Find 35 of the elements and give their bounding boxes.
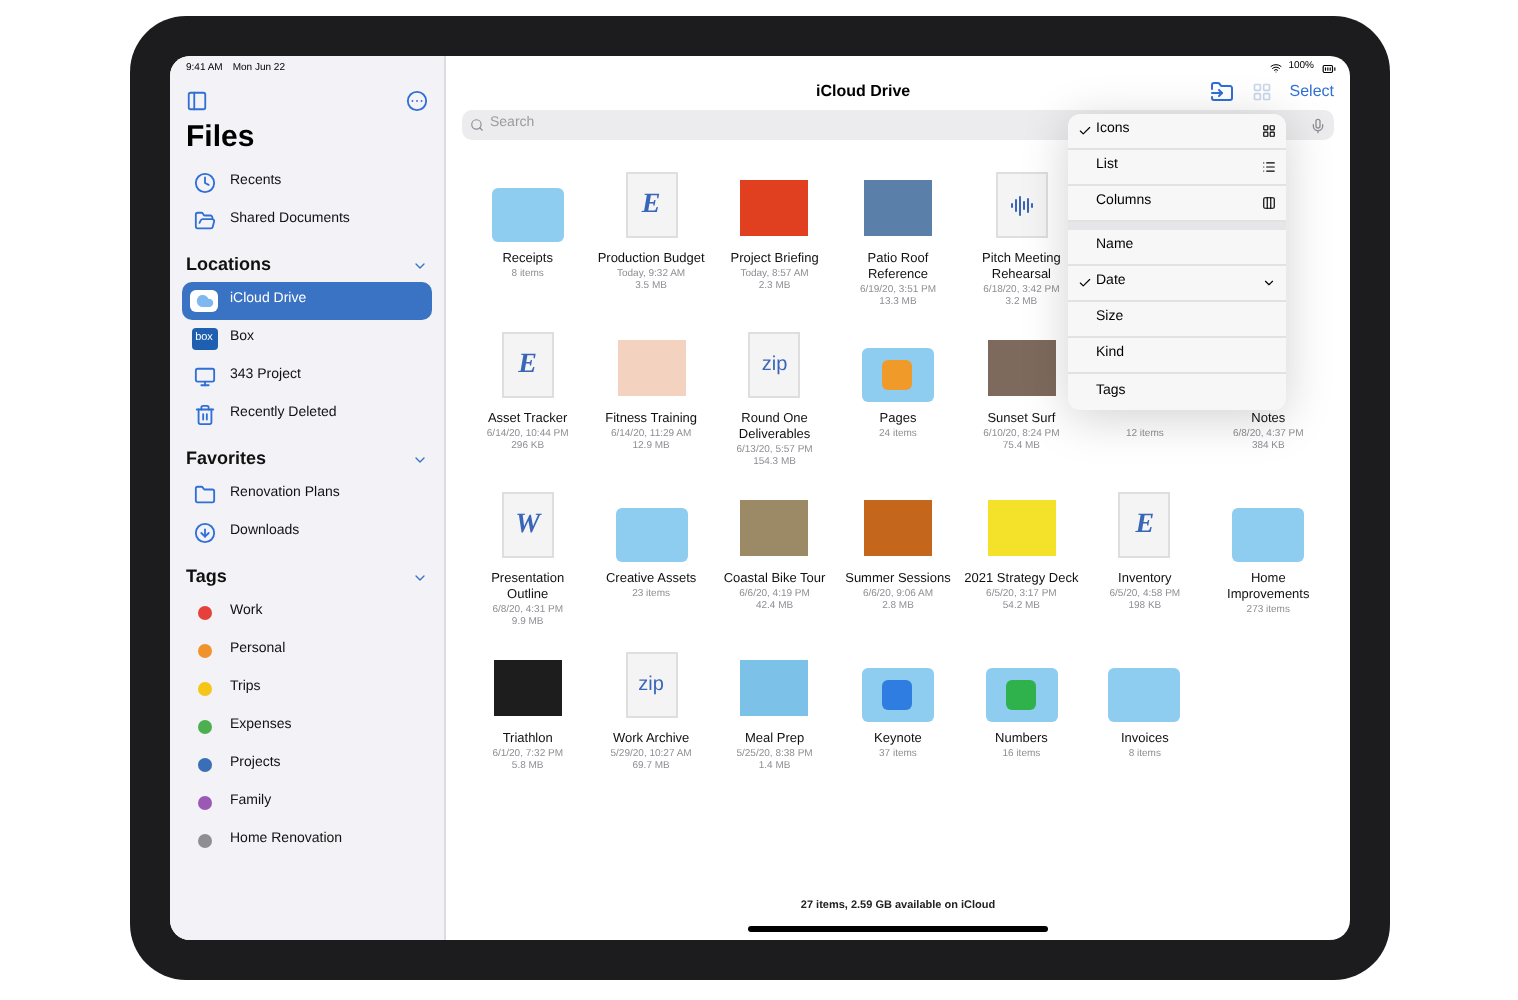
search-icon [470,118,484,132]
grid-icon [1262,124,1276,138]
document-icon [995,172,1048,238]
folder-icon [1232,508,1305,562]
folder-icon [193,484,215,506]
document-icon: W [501,492,554,558]
document-icon: E [625,172,678,238]
sidebar-title: Files [184,117,257,157]
monitor-icon [193,366,215,388]
document-icon: zip [625,652,678,718]
list-icon [1262,160,1276,174]
more-icon[interactable] [406,89,428,111]
section-header[interactable]: Locations [182,248,432,282]
clock-icon [193,172,215,194]
document-icon: E [1118,492,1171,558]
shared-folder-icon [193,210,215,232]
trash-icon [193,404,215,426]
columns-icon [1262,196,1276,210]
cloud-icon [190,290,218,312]
section-header[interactable]: Tags [182,560,432,594]
chevron-icon [1262,276,1276,290]
select-button[interactable]: Select [1289,80,1334,104]
battery-icon [1320,61,1338,75]
folder-icon [491,188,564,242]
microphone-icon[interactable] [1310,117,1326,133]
sidebar-toggle-icon[interactable] [186,89,208,111]
folder-title: iCloud Drive [816,80,911,104]
folder-icon[interactable] [1209,80,1234,104]
download-icon [193,522,215,544]
folder-icon [615,508,688,562]
document-icon: E [501,332,554,398]
document-icon: zip [748,332,801,398]
folder-icon [1108,668,1181,722]
section-header[interactable]: Favorites [182,442,432,476]
wifi-icon [1270,62,1283,74]
